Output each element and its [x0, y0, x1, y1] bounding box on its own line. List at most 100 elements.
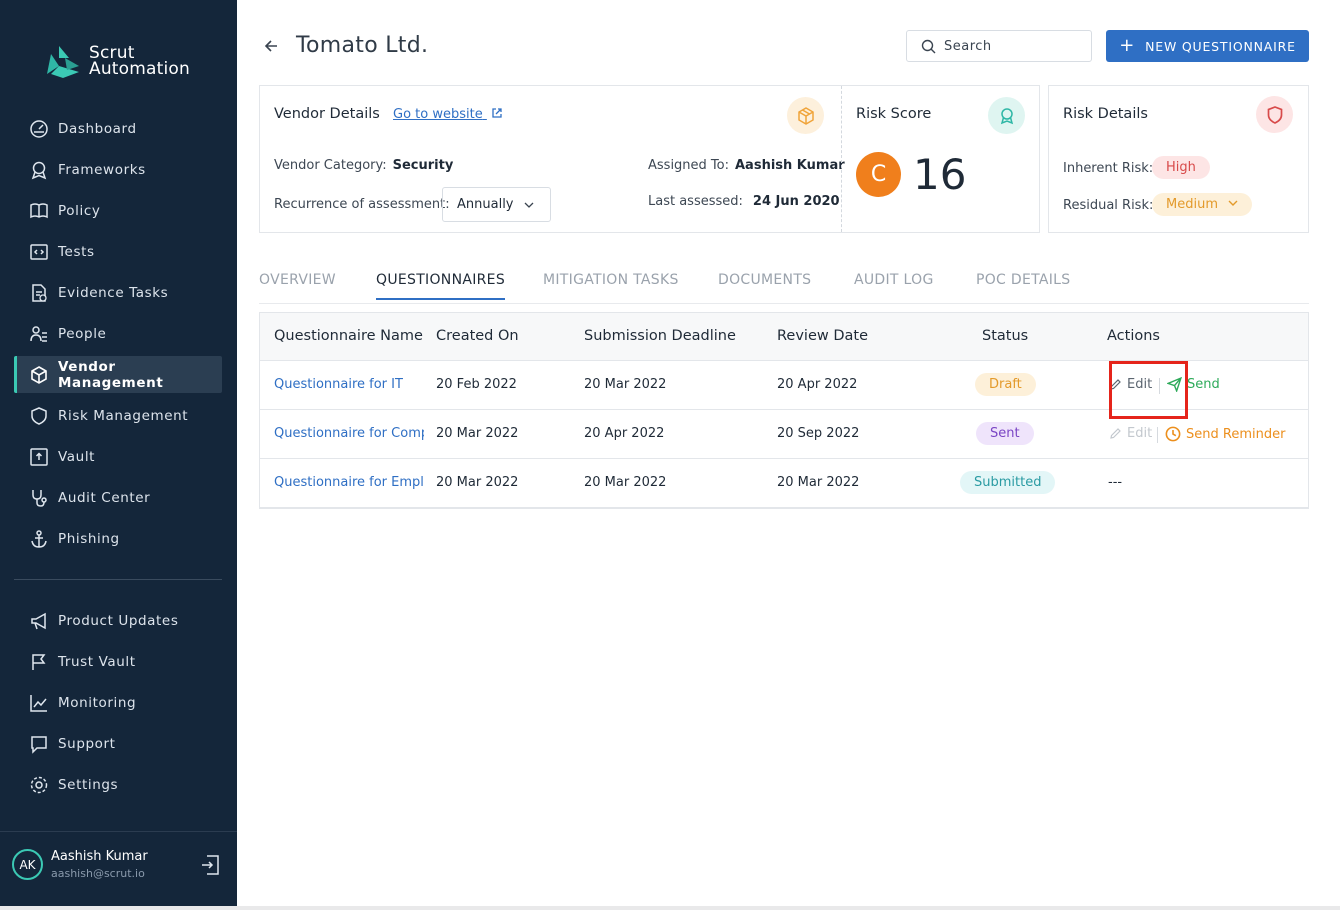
- flag-icon: [32, 653, 46, 670]
- sidebar-item-label: Vault: [58, 448, 96, 465]
- questionnaire-link[interactable]: Questionnaire for IT: [274, 377, 424, 392]
- go-to-website-link[interactable]: Go to website: [393, 107, 503, 122]
- back-arrow-icon[interactable]: [263, 36, 279, 56]
- sidebar-item-phishing[interactable]: Phishing: [14, 520, 222, 557]
- created-on: 20 Feb 2022: [436, 377, 517, 392]
- tab-mitigation-tasks[interactable]: MITIGATION TASKS: [543, 272, 679, 298]
- sidebar: Scrut Automation Dashboard Frameworks Po…: [0, 0, 237, 906]
- tab-audit-log[interactable]: AUDIT LOG: [854, 272, 934, 298]
- vendor-category-value: Security: [392, 158, 454, 173]
- search-icon: [921, 39, 936, 53]
- send-label: Send: [1187, 377, 1220, 392]
- column-header: Review Date: [777, 328, 869, 344]
- sidebar-item-trust-vault[interactable]: Trust Vault: [14, 643, 222, 680]
- book-icon: [30, 202, 48, 218]
- last-assessed: Last assessed: 24 Jun 2020: [648, 194, 840, 209]
- sidebar-item-monitoring[interactable]: Monitoring: [14, 684, 222, 721]
- sidebar-item-label: Dashboard: [58, 120, 137, 137]
- table-row: Questionnaire for Emplo 20 Mar 2022 20 M…: [260, 459, 1308, 508]
- sidebar-item-label: Trust Vault: [58, 653, 136, 670]
- sidebar-item-label: Product Updates: [58, 612, 179, 629]
- tab-questionnaires[interactable]: QUESTIONNAIRES: [376, 272, 506, 300]
- vault-icon: [30, 447, 48, 466]
- sidebar-item-label: Evidence Tasks: [58, 284, 169, 301]
- review-date: 20 Mar 2022: [777, 475, 860, 490]
- logout-icon[interactable]: [200, 854, 220, 876]
- chevron-down-icon: [524, 202, 534, 208]
- sidebar-item-evidence-tasks[interactable]: Evidence Tasks: [14, 274, 222, 311]
- vendor-details-heading: Vendor Details: [274, 106, 380, 122]
- tab-poc-details[interactable]: POC DETAILS: [976, 272, 1070, 298]
- action-divider: [1157, 427, 1158, 443]
- sidebar-item-label: People: [58, 325, 107, 342]
- user-profile[interactable]: AK Aashish Kumar aashish@scrut.io: [12, 849, 148, 880]
- sidebar-item-tests[interactable]: Tests: [14, 233, 222, 270]
- sidebar-item-dashboard[interactable]: Dashboard: [14, 110, 222, 147]
- recurrence-label: Recurrence of assessment:: [274, 197, 450, 212]
- user-email: aashish@scrut.io: [51, 867, 145, 880]
- shield-icon: [31, 406, 47, 425]
- questionnaire-link[interactable]: Questionnaire for Compl: [274, 426, 424, 441]
- megaphone-icon: [31, 612, 46, 629]
- scrut-logo-icon: [47, 46, 79, 78]
- sidebar-item-product-updates[interactable]: Product Updates: [14, 602, 222, 639]
- recurrence-dropdown[interactable]: Annually: [442, 187, 551, 222]
- status-badge: Sent: [976, 422, 1034, 445]
- gear-icon: [30, 776, 48, 793]
- residual-risk-value: Medium: [1166, 197, 1218, 212]
- sidebar-item-label: Vendor Management: [58, 358, 164, 391]
- sidebar-item-support[interactable]: Support: [14, 725, 222, 762]
- external-link-icon: [492, 108, 502, 118]
- sidebar-item-frameworks[interactable]: Frameworks: [14, 151, 222, 188]
- sidebar-item-risk-management[interactable]: Risk Management: [14, 397, 222, 434]
- pencil-icon: [1110, 428, 1121, 439]
- tab-documents[interactable]: DOCUMENTS: [718, 272, 811, 298]
- sidebar-item-label: Settings: [58, 776, 119, 793]
- assigned-to: Assigned To: Aashish Kumar: [648, 158, 845, 173]
- tab-overview[interactable]: OVERVIEW: [259, 272, 336, 298]
- card-divider: [841, 86, 842, 232]
- main-content: Tomato Ltd. Search + NEW QUESTIONNAIRE V…: [237, 0, 1340, 906]
- sidebar-item-label: Audit Center: [58, 489, 151, 506]
- scrut-logo[interactable]: Scrut Automation: [45, 44, 190, 78]
- dashboard-icon: [30, 119, 48, 138]
- sidebar-item-label: Phishing: [58, 530, 120, 547]
- chat-icon: [31, 735, 47, 754]
- page-title: Tomato Ltd.: [296, 33, 429, 58]
- chevron-down-icon: [1228, 200, 1238, 206]
- sidebar-item-label: Support: [58, 735, 116, 752]
- search-input[interactable]: Search: [906, 30, 1092, 62]
- status-badge: Submitted: [960, 471, 1056, 494]
- sidebar-item-people[interactable]: People: [14, 315, 222, 352]
- residual-risk-dropdown[interactable]: Medium: [1152, 193, 1253, 216]
- box-icon: [31, 365, 47, 384]
- award-icon: [1000, 107, 1013, 124]
- vendor-category: Vendor Category: Security: [274, 158, 453, 173]
- risk-grade-badge: C: [856, 152, 901, 197]
- table-header: Questionnaire Name Created On Submission…: [260, 313, 1308, 361]
- chart-line-icon: [30, 694, 47, 712]
- stethoscope-icon: [32, 489, 47, 507]
- column-header: Created On: [436, 328, 519, 344]
- recurrence-value: Annually: [457, 197, 514, 212]
- sidebar-item-vendor-management[interactable]: Vendor Management: [14, 356, 222, 393]
- submission-deadline: 20 Apr 2022: [584, 426, 665, 441]
- edit-button-disabled: Edit: [1109, 426, 1152, 441]
- sidebar-item-vault[interactable]: Vault: [14, 438, 222, 475]
- review-date: 20 Sep 2022: [777, 426, 860, 441]
- sidebar-item-policy[interactable]: Policy: [14, 192, 222, 229]
- risk-score-value: 16: [913, 150, 967, 199]
- new-questionnaire-label: NEW QUESTIONNAIRE: [1145, 38, 1296, 54]
- sidebar-item-audit-center[interactable]: Audit Center: [14, 479, 222, 516]
- sidebar-item-settings[interactable]: Settings: [14, 766, 222, 803]
- questionnaire-link[interactable]: Questionnaire for Emplo: [274, 475, 424, 490]
- user-name: Aashish Kumar: [51, 849, 148, 864]
- send-reminder-button[interactable]: Send Reminder: [1165, 426, 1285, 442]
- risk-score-heading: Risk Score: [856, 106, 932, 122]
- risk-shield-badge: [1256, 96, 1293, 133]
- risk-score-badge: [988, 97, 1025, 134]
- vendor-details-card: Vendor Details Go to website Vendor Cate…: [259, 85, 1040, 233]
- risk-details-card: Risk Details Inherent Risk: High Residua…: [1048, 85, 1309, 233]
- new-questionnaire-button[interactable]: + NEW QUESTIONNAIRE: [1106, 30, 1309, 62]
- inherent-risk-label: Inherent Risk:: [1063, 161, 1154, 176]
